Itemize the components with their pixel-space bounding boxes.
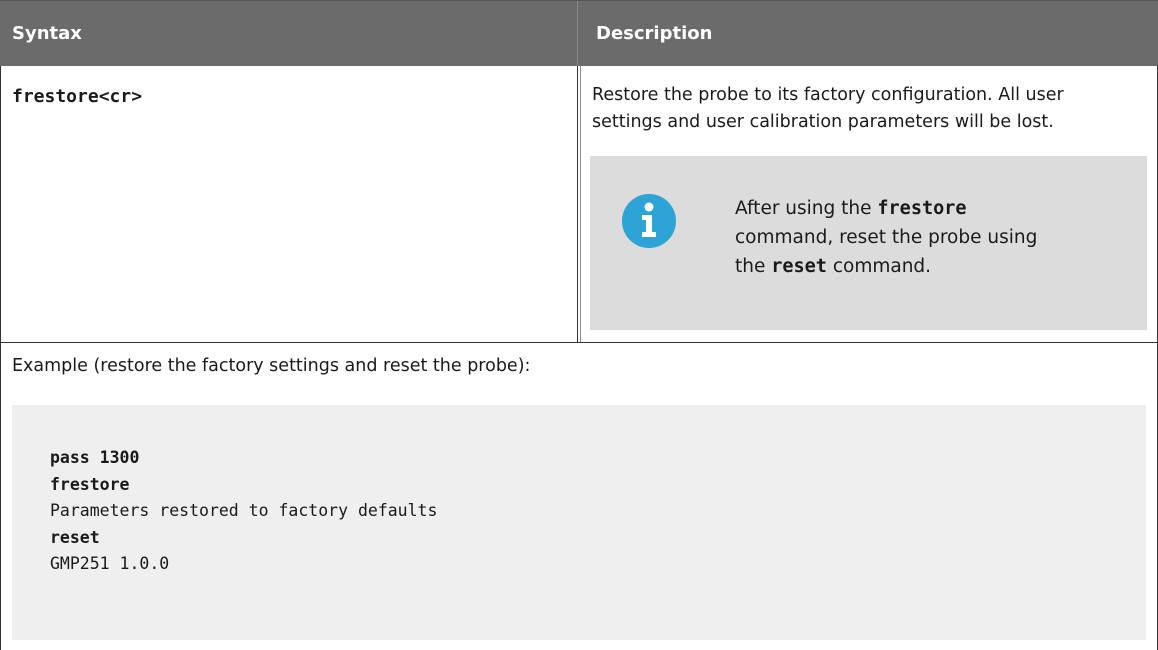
code-line: Parameters restored to factory defaults [50, 501, 438, 520]
code-lines: pass 1300 frestore Parameters restored t… [50, 445, 437, 578]
note-line-3-suffix: command. [826, 256, 932, 277]
note-reset-code: reset [771, 256, 827, 277]
command-table: Syntax Description frestore<cr> Restore … [0, 0, 1158, 650]
description-line-1: Restore the probe to its factory configu… [592, 85, 1064, 105]
code-line: GMP251 1.0.0 [50, 554, 170, 573]
syntax-command: frestore<cr> [12, 86, 143, 107]
row-divider [0, 342, 1158, 343]
syntax-column-header: Syntax [12, 23, 82, 44]
example-label: Example (restore the factory settings an… [12, 356, 531, 376]
info-note-text: After using the frestore command, reset … [735, 194, 1135, 281]
note-line-1-prefix: After using the [735, 198, 878, 219]
note-line-3: the reset command. [735, 252, 1135, 281]
table-row-frestore: frestore<cr> Restore the probe to its fa… [0, 66, 1158, 342]
table-header-row: Syntax Description [0, 0, 1158, 67]
code-line: frestore [50, 474, 130, 494]
note-line-2: command, reset the probe using [735, 227, 1038, 248]
note-frestore-code: frestore [877, 198, 967, 219]
code-line: reset [50, 527, 100, 547]
info-icon [622, 194, 676, 248]
header-divider [577, 1, 578, 67]
note-line-1: After using the frestore [735, 194, 1135, 223]
code-example-block: pass 1300 frestore Parameters restored t… [12, 405, 1146, 640]
code-line: pass 1300 [50, 448, 140, 467]
description-line-2: settings and user calibration parameters… [592, 112, 1054, 132]
note-line-3-prefix: the [735, 256, 772, 277]
info-note: After using the frestore command, reset … [590, 156, 1147, 330]
description-column-header: Description [596, 23, 713, 44]
description-text: Restore the probe to its factory configu… [592, 82, 1152, 136]
